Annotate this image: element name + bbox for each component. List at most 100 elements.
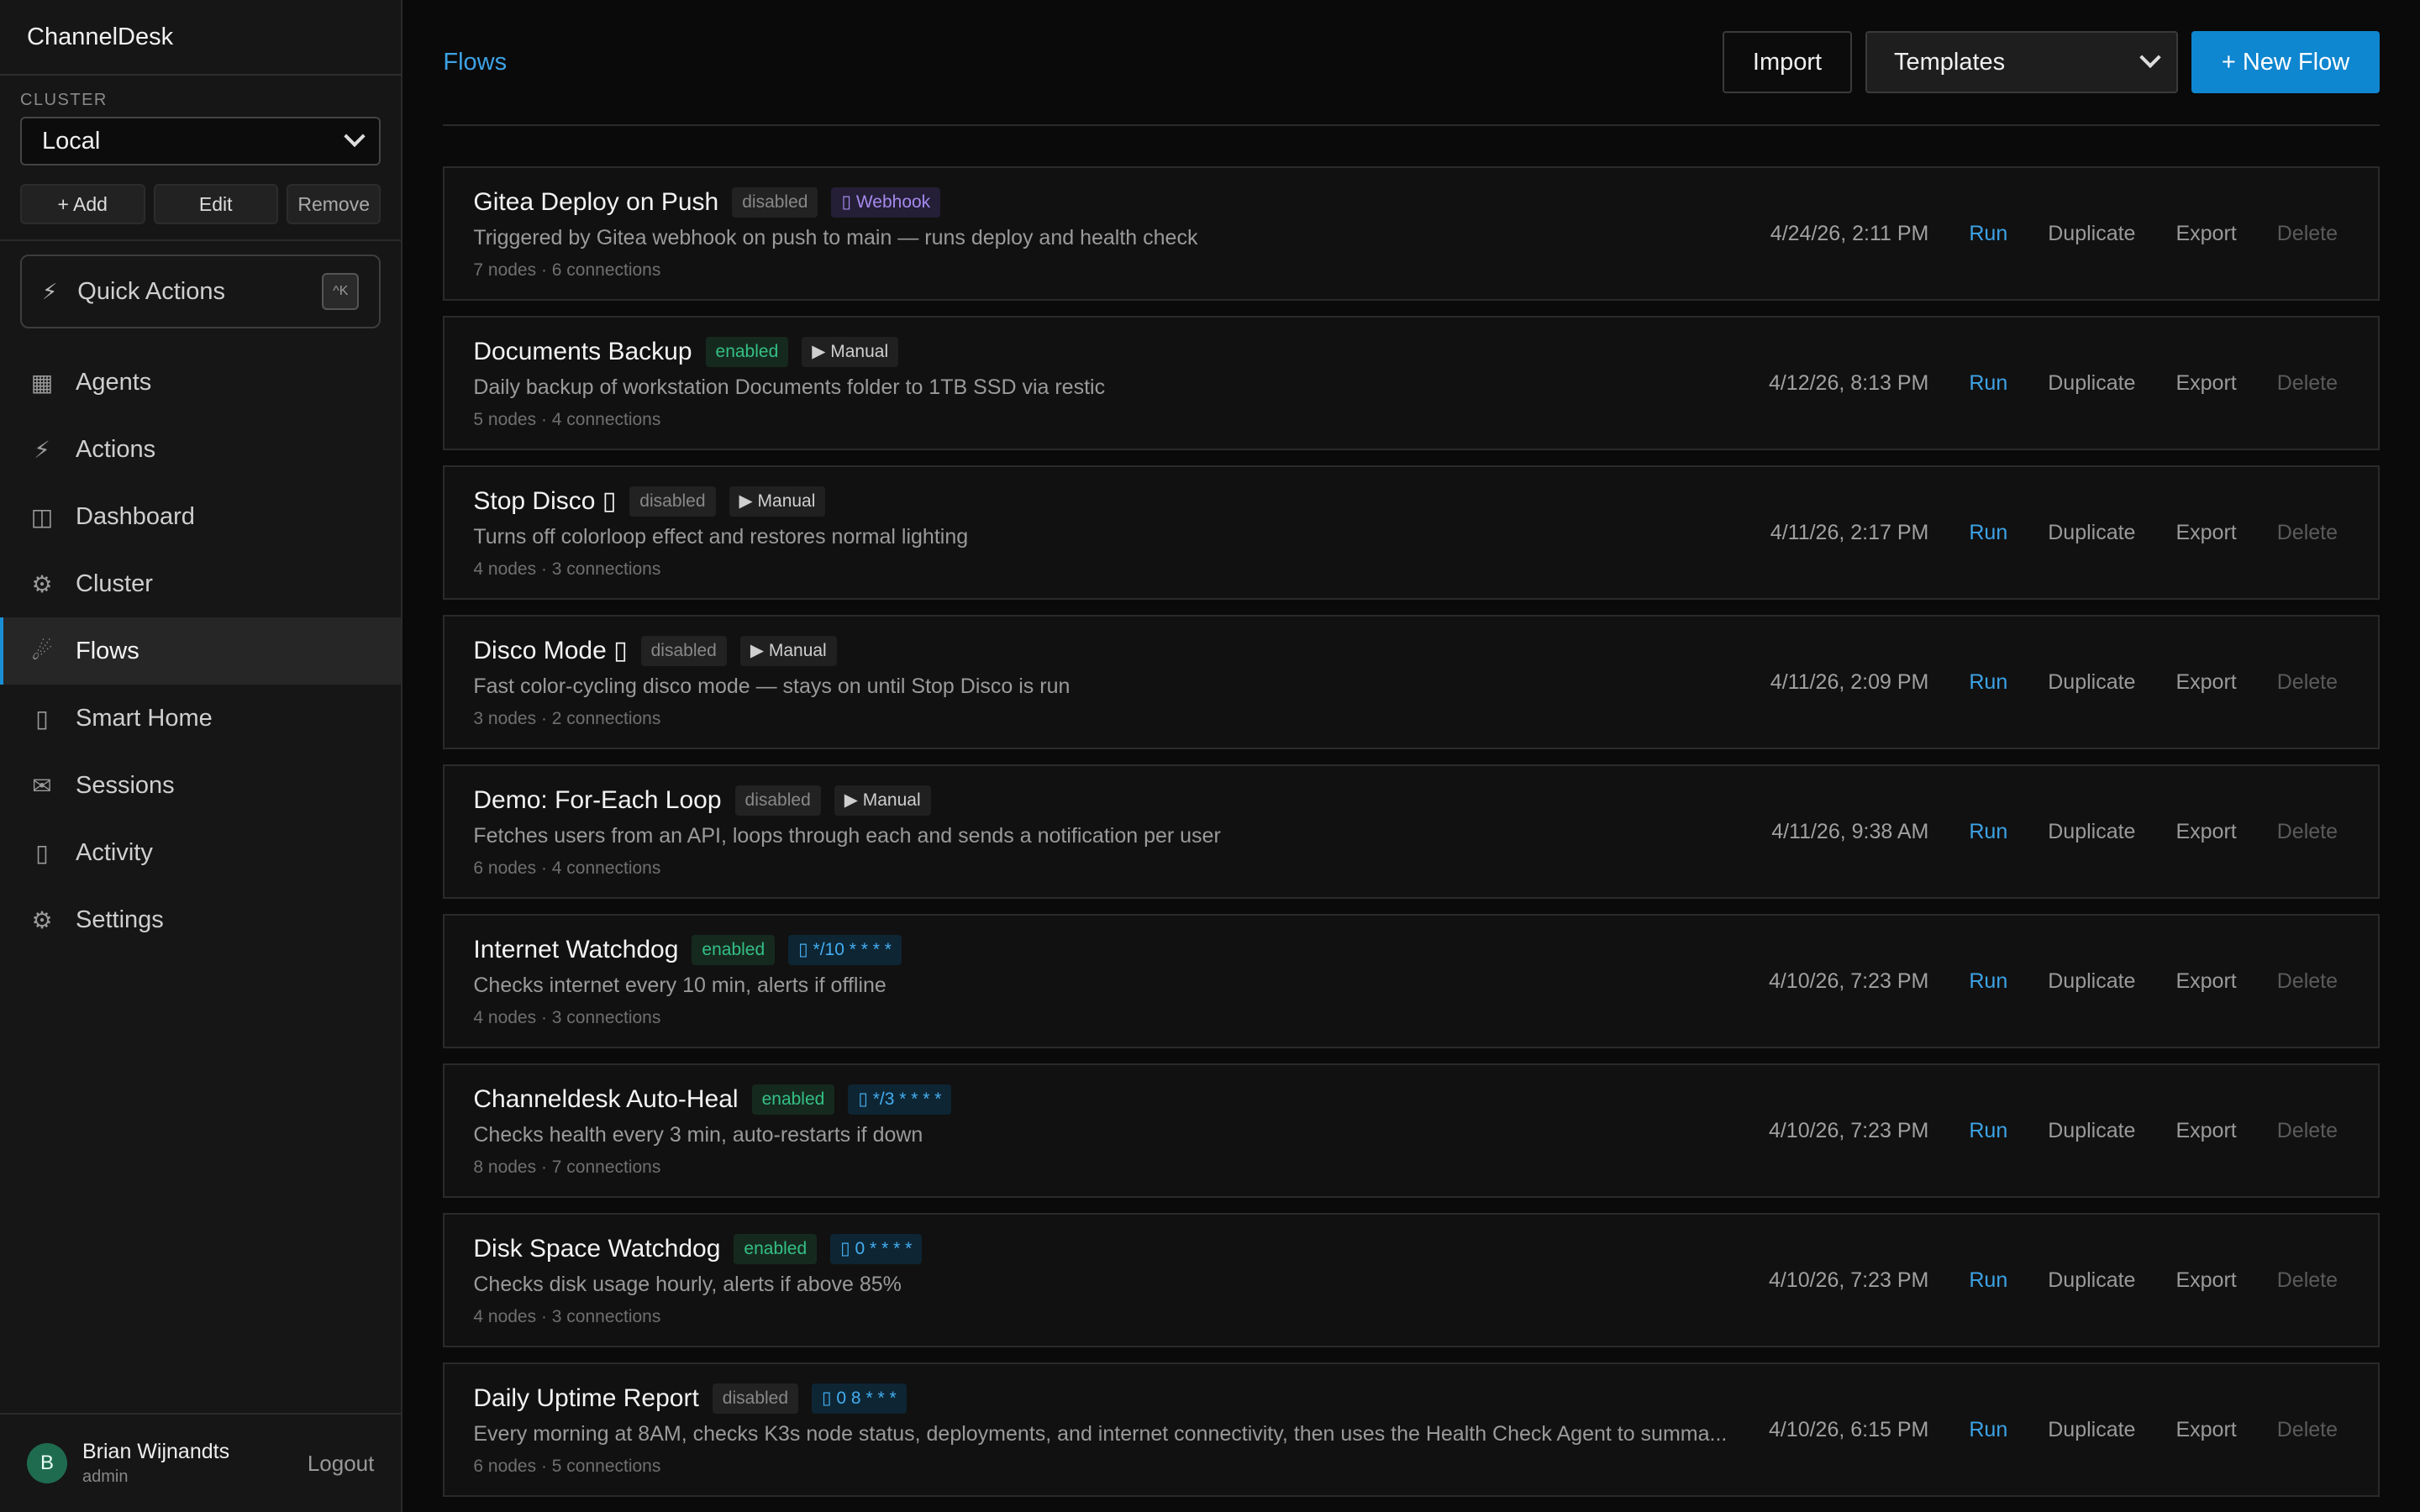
delete-button[interactable]: Delete bbox=[2277, 1268, 2338, 1293]
sidebar-item-sessions[interactable]: ✉ Sessions bbox=[0, 752, 401, 819]
delete-button[interactable]: Delete bbox=[2277, 222, 2338, 246]
sidebar-item-agents[interactable]: ▦ Agents bbox=[0, 349, 401, 416]
duplicate-button[interactable]: Duplicate bbox=[2048, 1268, 2135, 1293]
flow-row[interactable]: Disk Space Watchdog enabled ▯ 0 * * * * … bbox=[443, 1213, 2380, 1347]
duplicate-button[interactable]: Duplicate bbox=[2048, 670, 2135, 695]
sidebar-item-actions[interactable]: ⚡ Actions bbox=[0, 416, 401, 483]
export-button[interactable]: Export bbox=[2175, 1268, 2236, 1293]
flow-name[interactable]: Stop Disco ▯ bbox=[473, 486, 616, 516]
flow-date: 4/12/26, 8:13 PM bbox=[1768, 370, 1929, 395]
flow-name[interactable]: Channeldesk Auto-Heal bbox=[473, 1085, 738, 1114]
flow-row[interactable]: Channeldesk Auto-Heal enabled ▯ */3 * * … bbox=[443, 1063, 2380, 1198]
export-button[interactable]: Export bbox=[2175, 521, 2236, 545]
settings-icon: ⚙ bbox=[31, 906, 53, 933]
sidebar-item-flows[interactable]: ☄ Flows bbox=[0, 617, 402, 685]
run-button[interactable]: Run bbox=[1969, 521, 2007, 545]
flow-actions: 4/24/26, 2:11 PM Run Duplicate Export De… bbox=[1727, 222, 2338, 246]
delete-button[interactable]: Delete bbox=[2277, 820, 2338, 844]
flow-name[interactable]: Daily Uptime Report bbox=[473, 1384, 698, 1413]
cluster-select[interactable]: Local bbox=[20, 117, 381, 165]
run-button[interactable]: Run bbox=[1969, 222, 2007, 246]
run-button[interactable]: Run bbox=[1969, 820, 2007, 844]
flow-row[interactable]: Disco Mode ▯ disabled ▶ Manual Fast colo… bbox=[443, 615, 2380, 749]
user-panel: B Brian Wijnandts admin Logout bbox=[0, 1413, 402, 1512]
run-button[interactable]: Run bbox=[1969, 371, 2007, 396]
status-badge: disabled bbox=[732, 186, 818, 218]
edit-cluster-button[interactable]: Edit bbox=[153, 184, 278, 224]
duplicate-button[interactable]: Duplicate bbox=[2048, 371, 2135, 396]
flow-description: Fetches users from an API, loops through… bbox=[473, 823, 1221, 848]
duplicate-button[interactable]: Duplicate bbox=[2048, 1119, 2135, 1143]
export-button[interactable]: Export bbox=[2175, 969, 2236, 994]
sidebar-item-dashboard[interactable]: ◫ Dashboard bbox=[0, 483, 401, 550]
add-cluster-button[interactable]: + Add bbox=[20, 184, 145, 224]
duplicate-button[interactable]: Duplicate bbox=[2048, 820, 2135, 844]
trigger-badge: ▯ 0 8 * * * bbox=[812, 1383, 907, 1414]
breadcrumb[interactable]: Flows bbox=[443, 49, 507, 76]
new-flow-button[interactable]: + New Flow bbox=[2191, 31, 2380, 93]
flow-title-line: Internet Watchdog enabled ▯ */10 * * * * bbox=[473, 934, 1727, 965]
status-badge: enabled bbox=[734, 1233, 818, 1264]
duplicate-button[interactable]: Duplicate bbox=[2048, 969, 2135, 994]
flow-description: Daily backup of workstation Documents fo… bbox=[473, 375, 1106, 399]
flow-row[interactable]: Demo: For-Each Loop disabled ▶ Manual Fe… bbox=[443, 764, 2380, 899]
bolt-icon: ⚡ bbox=[34, 436, 50, 463]
sidebar-item-cluster[interactable]: ⚙ Cluster bbox=[0, 550, 401, 617]
run-button[interactable]: Run bbox=[1969, 1119, 2007, 1143]
flow-info: Internet Watchdog enabled ▯ */10 * * * *… bbox=[473, 934, 1727, 1028]
sidebar-item-smart-home[interactable]: ▯ Smart Home bbox=[0, 685, 401, 752]
run-button[interactable]: Run bbox=[1969, 1418, 2007, 1442]
sidebar-item-label: Agents bbox=[76, 368, 152, 396]
activity-icon: ▯ bbox=[35, 839, 49, 866]
delete-button[interactable]: Delete bbox=[2277, 521, 2338, 545]
templates-select[interactable]: Templates bbox=[1865, 31, 2178, 93]
trigger-badge: ▯ Webhook bbox=[831, 186, 941, 218]
flow-row[interactable]: Stop Disco ▯ disabled ▶ Manual Turns off… bbox=[443, 465, 2380, 600]
export-button[interactable]: Export bbox=[2175, 820, 2236, 844]
cluster-actions: + Add Edit Remove bbox=[20, 184, 381, 224]
delete-button[interactable]: Delete bbox=[2277, 1119, 2338, 1143]
delete-button[interactable]: Delete bbox=[2277, 1418, 2338, 1442]
run-button[interactable]: Run bbox=[1969, 670, 2007, 695]
flow-row[interactable]: Documents Backup enabled ▶ Manual Daily … bbox=[443, 316, 2380, 450]
export-button[interactable]: Export bbox=[2175, 1418, 2236, 1442]
shortcut-hint: ^K bbox=[322, 273, 360, 310]
sidebar-item-label: Dashboard bbox=[76, 502, 195, 530]
sidebar-item-activity[interactable]: ▯ Activity bbox=[0, 819, 401, 886]
flow-name[interactable]: Internet Watchdog bbox=[473, 936, 678, 964]
quick-actions-button[interactable]: ⚡ Quick Actions ^K bbox=[20, 255, 381, 328]
delete-button[interactable]: Delete bbox=[2277, 371, 2338, 396]
remove-cluster-button[interactable]: Remove bbox=[287, 184, 381, 224]
duplicate-button[interactable]: Duplicate bbox=[2048, 1418, 2135, 1442]
flow-name[interactable]: Disk Space Watchdog bbox=[473, 1235, 720, 1263]
flow-info: Daily Uptime Report disabled ▯ 0 8 * * *… bbox=[473, 1383, 1727, 1477]
delete-button[interactable]: Delete bbox=[2277, 969, 2338, 994]
logout-button[interactable]: Logout bbox=[308, 1451, 375, 1477]
flow-row[interactable]: Gitea Deploy on Push disabled ▯ Webhook … bbox=[443, 166, 2380, 301]
duplicate-button[interactable]: Duplicate bbox=[2048, 222, 2135, 246]
flow-actions: 4/10/26, 7:23 PM Run Duplicate Export De… bbox=[1727, 1119, 2338, 1143]
duplicate-button[interactable]: Duplicate bbox=[2048, 521, 2135, 545]
flow-name[interactable]: Documents Backup bbox=[473, 338, 692, 366]
flow-meta: 4 nodes · 3 connections bbox=[473, 1306, 661, 1326]
flow-name[interactable]: Demo: For-Each Loop bbox=[473, 786, 721, 815]
flow-name[interactable]: Gitea Deploy on Push bbox=[473, 188, 718, 217]
flow-name[interactable]: Disco Mode ▯ bbox=[473, 636, 627, 665]
chevron-down-icon bbox=[2139, 46, 2161, 69]
flow-row[interactable]: Internet Watchdog enabled ▯ */10 * * * *… bbox=[443, 914, 2380, 1048]
flow-title-line: Disco Mode ▯ disabled ▶ Manual bbox=[473, 635, 1727, 666]
export-button[interactable]: Export bbox=[2175, 222, 2236, 246]
export-button[interactable]: Export bbox=[2175, 670, 2236, 695]
run-button[interactable]: Run bbox=[1969, 1268, 2007, 1293]
cluster-select-value: Local bbox=[42, 127, 101, 155]
export-button[interactable]: Export bbox=[2175, 371, 2236, 396]
flow-title-line: Documents Backup enabled ▶ Manual bbox=[473, 336, 1727, 367]
sidebar-item-settings[interactable]: ⚙ Settings bbox=[0, 886, 401, 953]
export-button[interactable]: Export bbox=[2175, 1119, 2236, 1143]
flow-title-line: Gitea Deploy on Push disabled ▯ Webhook bbox=[473, 186, 1727, 218]
import-button[interactable]: Import bbox=[1723, 31, 1852, 93]
sidebar-item-label: Flows bbox=[76, 637, 139, 664]
run-button[interactable]: Run bbox=[1969, 969, 2007, 994]
flow-row[interactable]: Daily Uptime Report disabled ▯ 0 8 * * *… bbox=[443, 1362, 2380, 1497]
delete-button[interactable]: Delete bbox=[2277, 670, 2338, 695]
